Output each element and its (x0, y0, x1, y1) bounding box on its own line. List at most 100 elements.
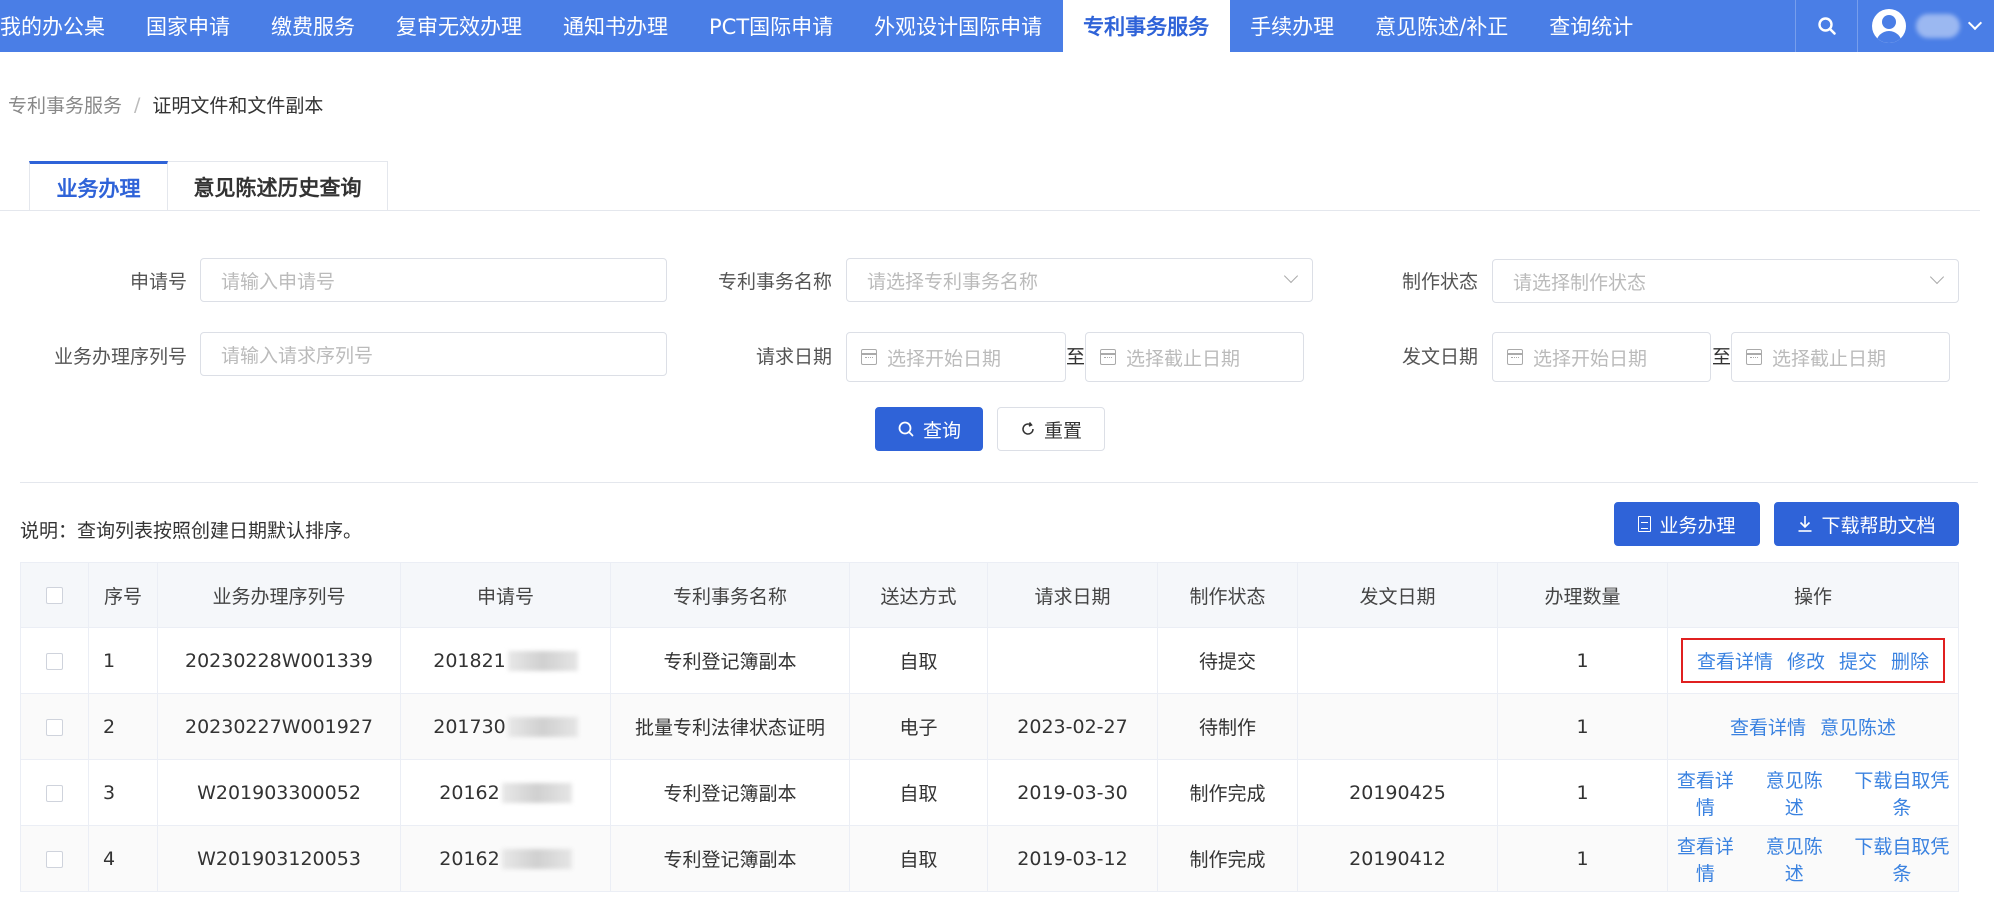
row-select-cell (20, 825, 89, 892)
observation-link[interactable]: 意见陈述 (1757, 766, 1832, 820)
nav-item-design-international[interactable]: 外观设计国际申请 (854, 0, 1063, 52)
view-details-link[interactable]: 查看详情 (1697, 647, 1773, 674)
nav-item-my-desk[interactable]: 我的办公桌 (0, 0, 126, 52)
header-delivery: 送达方式 (849, 562, 988, 628)
tab-business-handling[interactable]: 业务办理 (29, 161, 168, 211)
reset-button-label: 重置 (1043, 419, 1082, 442)
user-menu[interactable] (1858, 0, 1994, 52)
cell-operations: 查看详情 意见陈述 下载自取凭条 (1667, 825, 1959, 892)
issue-date-end[interactable]: 选择截止日期 (1731, 332, 1950, 382)
application-no-placeholder: 请输入申请号 (221, 270, 336, 293)
affair-name-select[interactable]: 请选择专利事务名称 (846, 258, 1313, 302)
breadcrumb: 专利事务服务 / 证明文件和文件副本 (8, 91, 323, 118)
table-header-row: 序号 业务办理序列号 申请号 专利事务名称 送达方式 请求日期 制作状态 发文日… (20, 562, 1959, 628)
submit-link[interactable]: 提交 (1839, 647, 1877, 674)
nav-item-procedures[interactable]: 手续办理 (1230, 0, 1355, 52)
calendar-icon (1100, 349, 1116, 365)
header-operations: 操作 (1667, 562, 1959, 628)
status-select[interactable]: 请选择制作状态 (1492, 259, 1959, 303)
cell-request-date: 2023-02-27 (987, 693, 1158, 760)
download-receipt-link[interactable]: 下载自取凭条 (1846, 766, 1958, 820)
operations-group: 查看详情 意见陈述 下载自取凭条 (1668, 832, 1958, 886)
row-checkbox[interactable] (46, 850, 63, 868)
business-handling-button-label: 业务办理 (1659, 514, 1736, 537)
application-no-input[interactable]: 请输入申请号 (200, 258, 667, 302)
sort-note: 说明：查询列表按照创建日期默认排序。 (20, 520, 363, 542)
tab-observation-history[interactable]: 意见陈述历史查询 (168, 161, 388, 211)
view-details-link[interactable]: 查看详情 (1668, 832, 1743, 886)
header-issue-date: 发文日期 (1297, 562, 1498, 628)
serial-no-input[interactable]: 请输入请求序列号 (200, 332, 667, 376)
nav-item-observations[interactable]: 意见陈述/补正 (1355, 0, 1529, 52)
nav-item-fee-service[interactable]: 缴费服务 (251, 0, 376, 52)
view-details-link[interactable]: 查看详情 (1730, 713, 1806, 740)
nav-item-national-application[interactable]: 国家申请 (126, 0, 251, 52)
cell-issue-date: 20190425 (1297, 759, 1498, 826)
request-date-end-placeholder: 选择截止日期 (1126, 347, 1241, 370)
status-placeholder: 请选择制作状态 (1513, 271, 1647, 294)
calendar-icon (861, 349, 877, 365)
application-no-label: 申请号 (129, 271, 187, 293)
issue-date-label: 发文日期 (1401, 346, 1478, 368)
nav-menu: 我的办公桌 国家申请 缴费服务 复审无效办理 通知书办理 PCT国际申请 外观设… (0, 0, 1654, 52)
cell-affair-name: 批量专利法律状态证明 (610, 693, 850, 760)
row-checkbox[interactable] (46, 652, 63, 670)
observation-link[interactable]: 意见陈述 (1757, 832, 1832, 886)
cell-delivery: 电子 (849, 693, 988, 760)
affair-name-placeholder: 请选择专利事务名称 (867, 270, 1039, 293)
row-checkbox[interactable] (46, 784, 63, 802)
chevron-down-icon (1967, 15, 1983, 31)
cell-delivery: 自取 (849, 759, 988, 826)
row-select-cell (20, 627, 89, 694)
nav-right (1795, 0, 1994, 52)
select-all-checkbox[interactable] (46, 587, 63, 604)
app-no-text: 201730 (433, 715, 506, 738)
download-receipt-link[interactable]: 下载自取凭条 (1846, 832, 1958, 886)
issue-date-start-placeholder: 选择开始日期 (1533, 347, 1648, 370)
cell-serial: W201903300052 (157, 759, 401, 826)
app-no-text: 20162 (439, 847, 500, 870)
masked-digits (507, 717, 578, 737)
header-serial: 业务办理序列号 (157, 562, 401, 628)
cell-quantity: 1 (1497, 693, 1668, 760)
cell-serial: 20230227W001927 (157, 693, 401, 760)
download-help-button[interactable]: 下载帮助文档 (1774, 502, 1959, 546)
delete-link[interactable]: 删除 (1891, 647, 1929, 674)
business-handling-button[interactable]: 业务办理 (1614, 502, 1760, 546)
observation-link[interactable]: 意见陈述 (1820, 713, 1896, 740)
masked-digits (501, 849, 572, 869)
row-select-cell (20, 693, 89, 760)
row-checkbox[interactable] (46, 718, 63, 736)
cell-quantity: 1 (1497, 759, 1668, 826)
nav-item-notices[interactable]: 通知书办理 (543, 0, 689, 52)
issue-date-start[interactable]: 选择开始日期 (1492, 332, 1711, 382)
masked-digits (501, 783, 572, 803)
reset-button[interactable]: 重置 (997, 407, 1105, 451)
nav-search-button[interactable] (1795, 0, 1858, 52)
operations-group-highlighted: 查看详情 修改 提交 删除 (1680, 638, 1946, 683)
header-affair-name: 专利事务名称 (610, 562, 850, 628)
view-details-link[interactable]: 查看详情 (1668, 766, 1743, 820)
search-icon (1817, 17, 1836, 35)
query-button[interactable]: 查询 (875, 407, 983, 451)
serial-no-label: 业务办理序列号 (53, 346, 187, 368)
chevron-down-icon (1283, 268, 1299, 284)
search-icon (898, 421, 914, 437)
nav-item-patent-affairs[interactable]: 专利事务服务 (1062, 0, 1230, 52)
nav-item-pct[interactable]: PCT国际申请 (689, 0, 854, 52)
operations-group: 查看详情 意见陈述 (1730, 713, 1896, 740)
breadcrumb-parent[interactable]: 专利事务服务 (8, 91, 122, 118)
nav-item-query-stats[interactable]: 查询统计 (1529, 0, 1654, 52)
request-date-end[interactable]: 选择截止日期 (1085, 332, 1304, 382)
header-no: 序号 (88, 562, 158, 628)
request-date-start[interactable]: 选择开始日期 (846, 332, 1066, 382)
cell-status: 制作完成 (1157, 825, 1298, 892)
issue-date-end-placeholder: 选择截止日期 (1772, 347, 1887, 370)
cell-app-no: 201730 (400, 693, 611, 760)
cell-status: 制作完成 (1157, 759, 1298, 826)
nav-item-reexamination[interactable]: 复审无效办理 (376, 0, 543, 52)
cell-operations: 查看详情 意见陈述 下载自取凭条 (1667, 759, 1959, 826)
edit-link[interactable]: 修改 (1787, 647, 1825, 674)
cell-request-date: 2019-03-30 (987, 759, 1158, 826)
calendar-icon (1746, 349, 1762, 365)
